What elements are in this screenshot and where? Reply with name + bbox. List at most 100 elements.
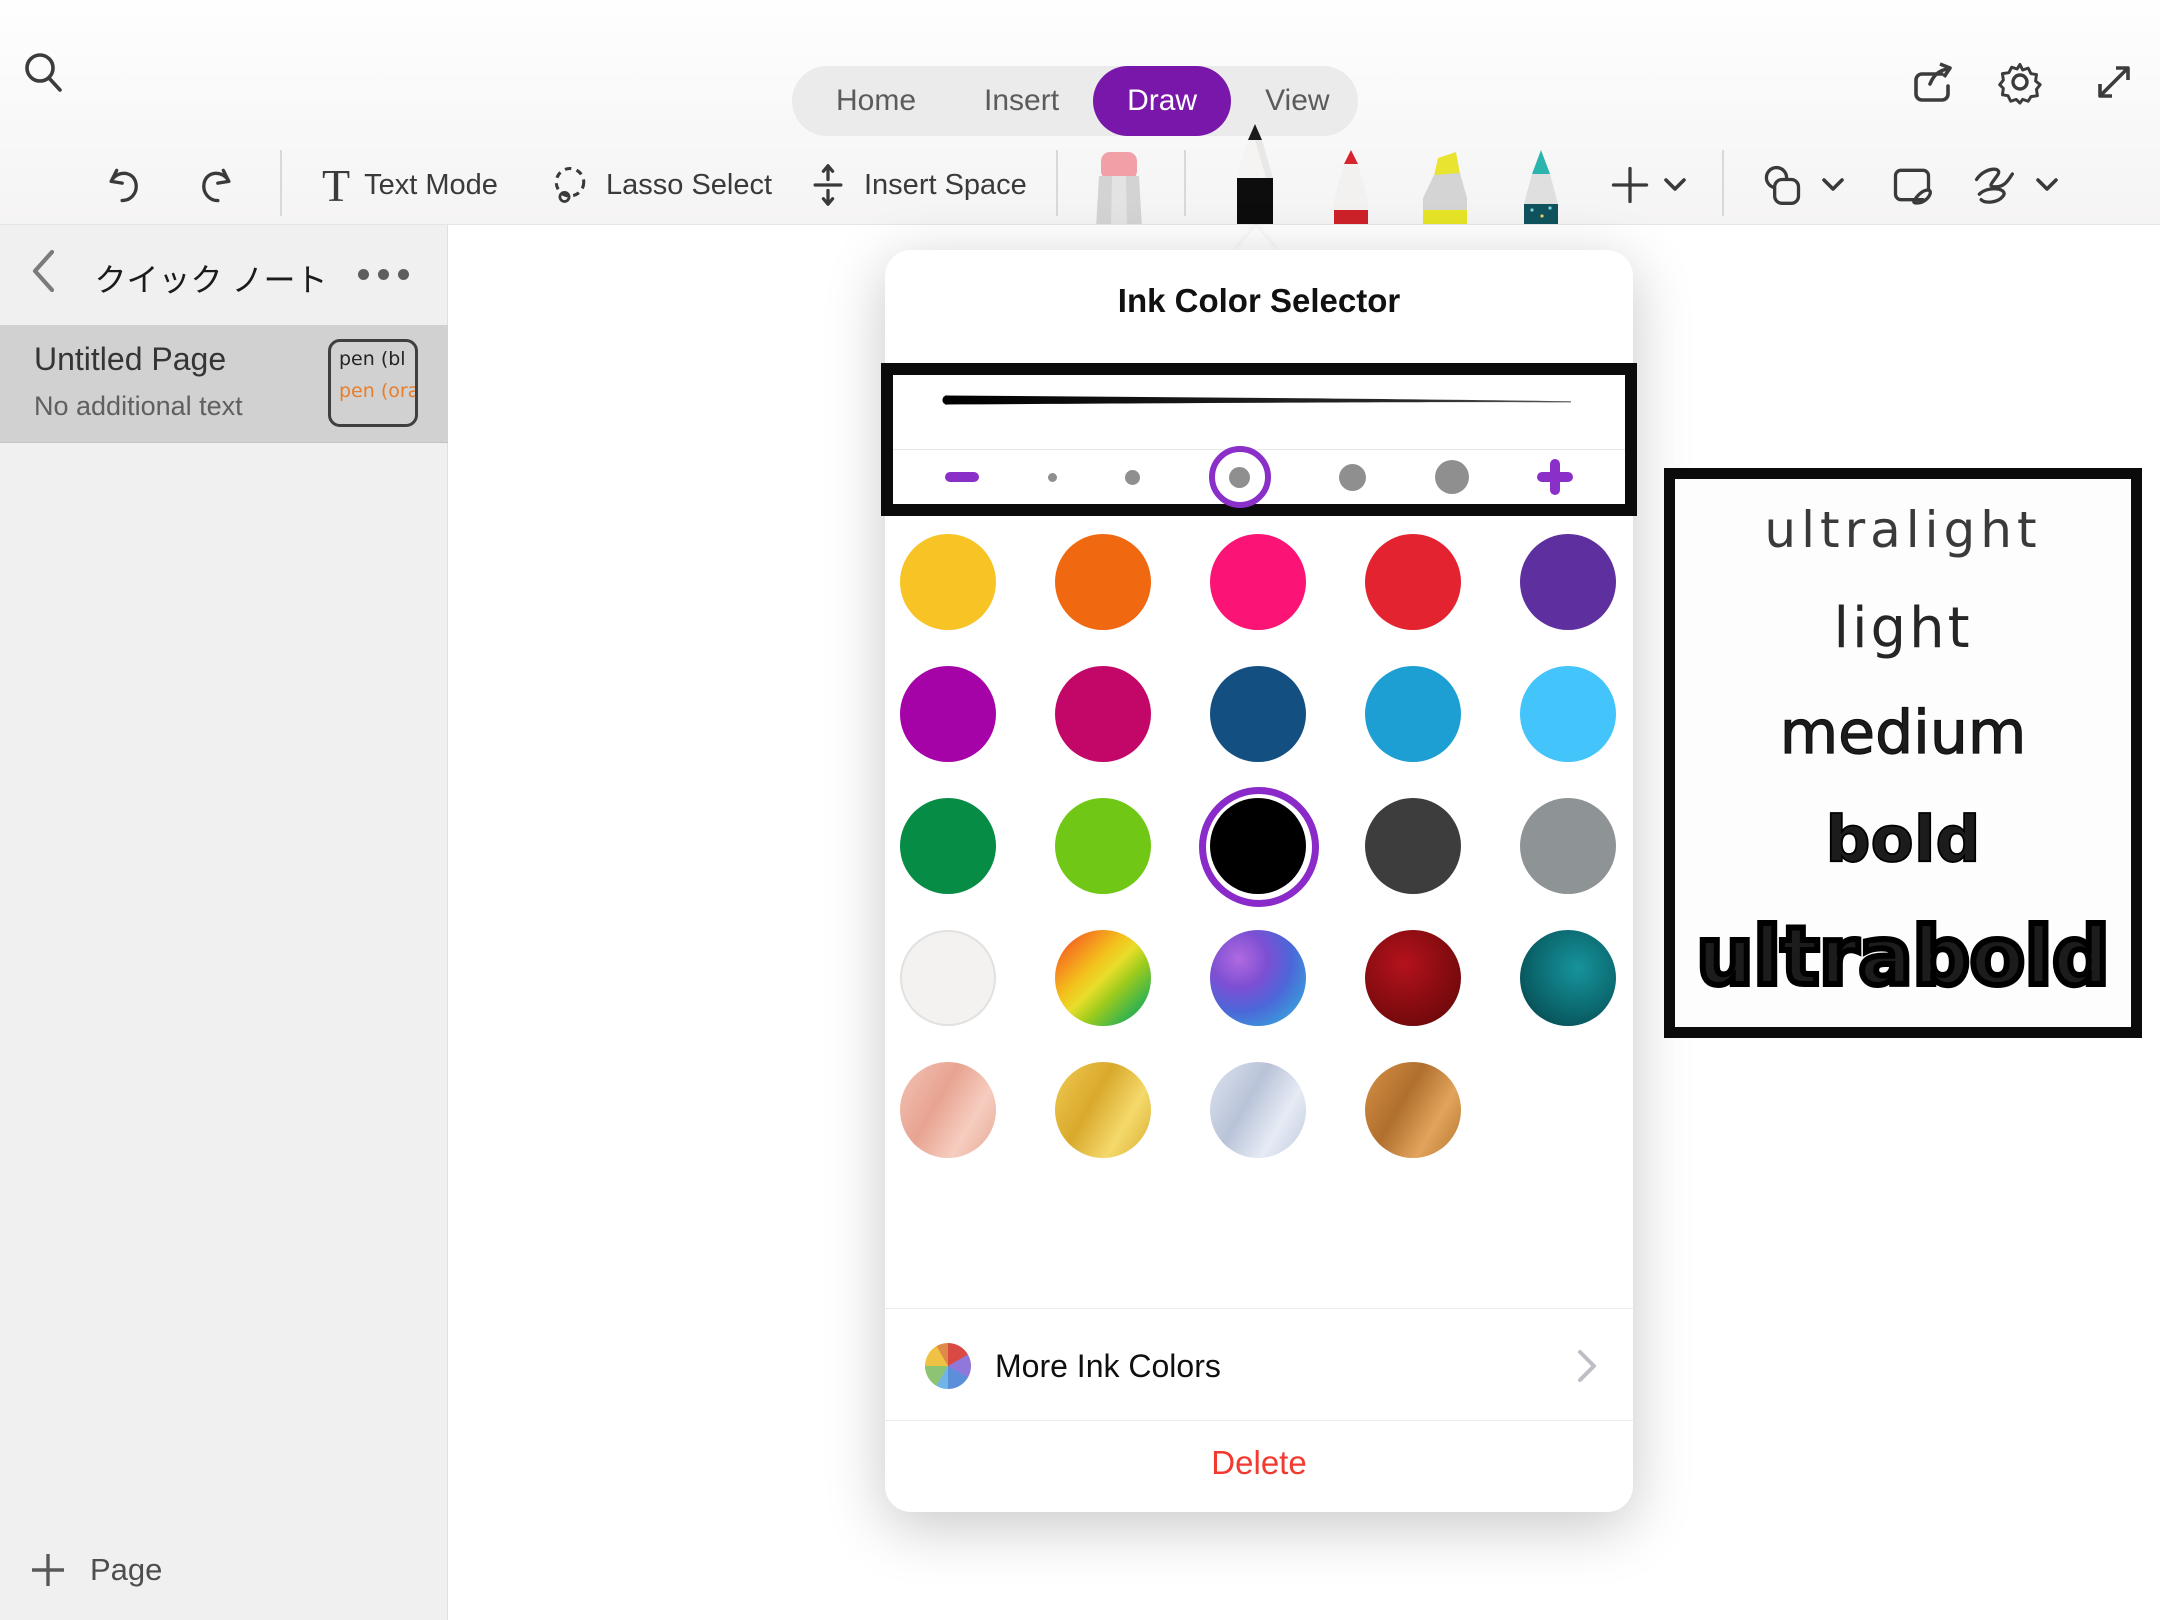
thickness-annotation-box <box>881 363 1637 516</box>
search-icon[interactable] <box>20 48 68 96</box>
shapes-button[interactable] <box>1760 150 1804 220</box>
pencil-teal[interactable] <box>1512 148 1570 225</box>
more-ink-colors-label: More Ink Colors <box>995 1348 1221 1385</box>
swatch-teal-texture[interactable] <box>1520 930 1616 1026</box>
page-subtitle: No additional text <box>34 391 243 422</box>
swatch-bronze[interactable] <box>1365 1062 1461 1158</box>
top-chrome: Home Insert Draw View T Text Mode Lasso … <box>0 0 2160 225</box>
tab-insert[interactable]: Insert <box>950 66 1093 136</box>
add-page-button[interactable]: Page <box>0 1535 448 1605</box>
swatch-red-marble[interactable] <box>1365 930 1461 1026</box>
chevron-right-icon <box>1577 1349 1597 1383</box>
shapes-chevron-icon[interactable] <box>1822 178 1844 192</box>
toolbar-divider <box>1722 150 1724 216</box>
stroke-weight-annotation-box: ultralight light medium bold ultrabold <box>1664 468 2142 1038</box>
handwriting-medium: medium <box>1780 703 2027 763</box>
handwriting-light: light <box>1833 601 1972 657</box>
thickness-option-2[interactable] <box>1125 470 1140 485</box>
thumbnail-ink-line2: pen (ora <box>339 380 415 402</box>
ink-to-shape-button[interactable] <box>1972 150 2016 220</box>
ink-color-selector-popup: Ink Color Selector More Ink Colors De <box>885 250 1633 1512</box>
toolbar-divider <box>1056 150 1058 216</box>
color-wheel-icon <box>925 1343 971 1389</box>
swatch-gray[interactable] <box>1520 798 1616 894</box>
tab-home[interactable]: Home <box>802 66 950 136</box>
pen-black-selected[interactable] <box>1226 122 1284 225</box>
more-options-icon[interactable] <box>358 269 409 280</box>
swatch-white[interactable] <box>900 930 996 1026</box>
notebook-title: クイック ノート <box>78 255 344 301</box>
plus-icon <box>30 1552 66 1588</box>
redo-button[interactable] <box>194 150 238 220</box>
insert-space-icon <box>806 163 850 207</box>
thickness-option-1[interactable] <box>1048 473 1057 482</box>
ink-annotate-button[interactable] <box>1890 150 1934 220</box>
swatch-galaxy[interactable] <box>1210 930 1306 1026</box>
thumbnail-ink-line1: pen (bl <box>339 348 415 370</box>
thickness-increase-button[interactable] <box>1537 459 1573 495</box>
thickness-selected-ring[interactable] <box>1209 446 1271 508</box>
sidebar: クイック ノート Untitled Page No additional tex… <box>0 225 448 1620</box>
page-thumbnail: pen (bl pen (ora <box>328 339 418 427</box>
popup-divider <box>885 1308 1633 1309</box>
share-icon[interactable] <box>1908 58 1956 106</box>
swatch-rose-gold[interactable] <box>900 1062 996 1158</box>
pen-red[interactable] <box>1322 148 1380 225</box>
color-swatch-grid <box>900 534 1616 1158</box>
eraser-tool[interactable] <box>1090 150 1148 225</box>
swatch-rainbow-glitter[interactable] <box>1055 930 1151 1026</box>
handwriting-ultrabold: ultrabold <box>1697 917 2110 997</box>
handwriting-ultralight: ultralight <box>1764 505 2041 555</box>
settings-gear-icon[interactable] <box>1996 58 2044 106</box>
add-page-label: Page <box>90 1552 162 1588</box>
page-title: Untitled Page <box>34 341 226 378</box>
stroke-width-preview <box>941 391 1575 413</box>
thickness-decrease-button[interactable] <box>945 472 979 482</box>
popup-caret <box>1232 224 1280 252</box>
thickness-option-3 <box>1229 467 1250 488</box>
swatch-light-green[interactable] <box>1055 798 1151 894</box>
swatch-pink[interactable] <box>1210 534 1306 630</box>
add-pen-button[interactable] <box>1608 150 1652 220</box>
popup-divider <box>885 1420 1633 1421</box>
insert-space-label: Insert Space <box>864 169 1027 202</box>
lasso-select-button[interactable]: Lasso Select <box>548 150 772 220</box>
swatch-yellow[interactable] <box>900 534 996 630</box>
toolbar-divider <box>1184 150 1186 216</box>
more-ink-colors-button[interactable]: More Ink Colors <box>885 1330 1633 1402</box>
swatch-orange[interactable] <box>1055 534 1151 630</box>
swatch-dark-gray[interactable] <box>1365 798 1461 894</box>
swatch-gold[interactable] <box>1055 1062 1151 1158</box>
handwriting-bold: bold <box>1825 808 1980 871</box>
highlighter-yellow[interactable] <box>1414 148 1472 225</box>
thickness-row <box>893 450 1625 504</box>
swatch-blue[interactable] <box>1365 666 1461 762</box>
fullscreen-expand-icon[interactable] <box>2090 58 2138 106</box>
ink-to-shape-chevron-icon[interactable] <box>2036 178 2058 192</box>
swatch-magenta[interactable] <box>900 666 996 762</box>
swatch-light-blue[interactable] <box>1520 666 1616 762</box>
delete-pen-button[interactable]: Delete <box>885 1432 1633 1494</box>
swatch-silver[interactable] <box>1210 1062 1306 1158</box>
back-chevron-icon[interactable] <box>30 249 56 293</box>
swatch-purple[interactable] <box>1520 534 1616 630</box>
add-pen-chevron-icon[interactable] <box>1664 178 1686 192</box>
text-mode-button[interactable]: T Text Mode <box>322 150 498 220</box>
swatch-green[interactable] <box>900 798 996 894</box>
page-list-item-selected[interactable]: Untitled Page No additional text pen (bl… <box>0 325 448 443</box>
lasso-select-label: Lasso Select <box>606 169 772 202</box>
undo-button[interactable] <box>102 150 146 220</box>
thickness-option-5[interactable] <box>1435 460 1469 494</box>
swatch-dark-pink[interactable] <box>1055 666 1151 762</box>
text-mode-icon: T <box>322 159 350 212</box>
thickness-option-4[interactable] <box>1339 464 1366 491</box>
swatch-black[interactable] <box>1210 798 1306 894</box>
toolbar-divider <box>280 150 282 216</box>
swatch-red[interactable] <box>1365 534 1461 630</box>
swatch-dark-blue[interactable] <box>1210 666 1306 762</box>
tab-draw[interactable]: Draw <box>1093 66 1231 136</box>
insert-space-button[interactable]: Insert Space <box>806 150 1027 220</box>
popup-title: Ink Color Selector <box>885 282 1633 320</box>
text-mode-label: Text Mode <box>364 169 498 202</box>
lasso-icon <box>548 163 592 207</box>
